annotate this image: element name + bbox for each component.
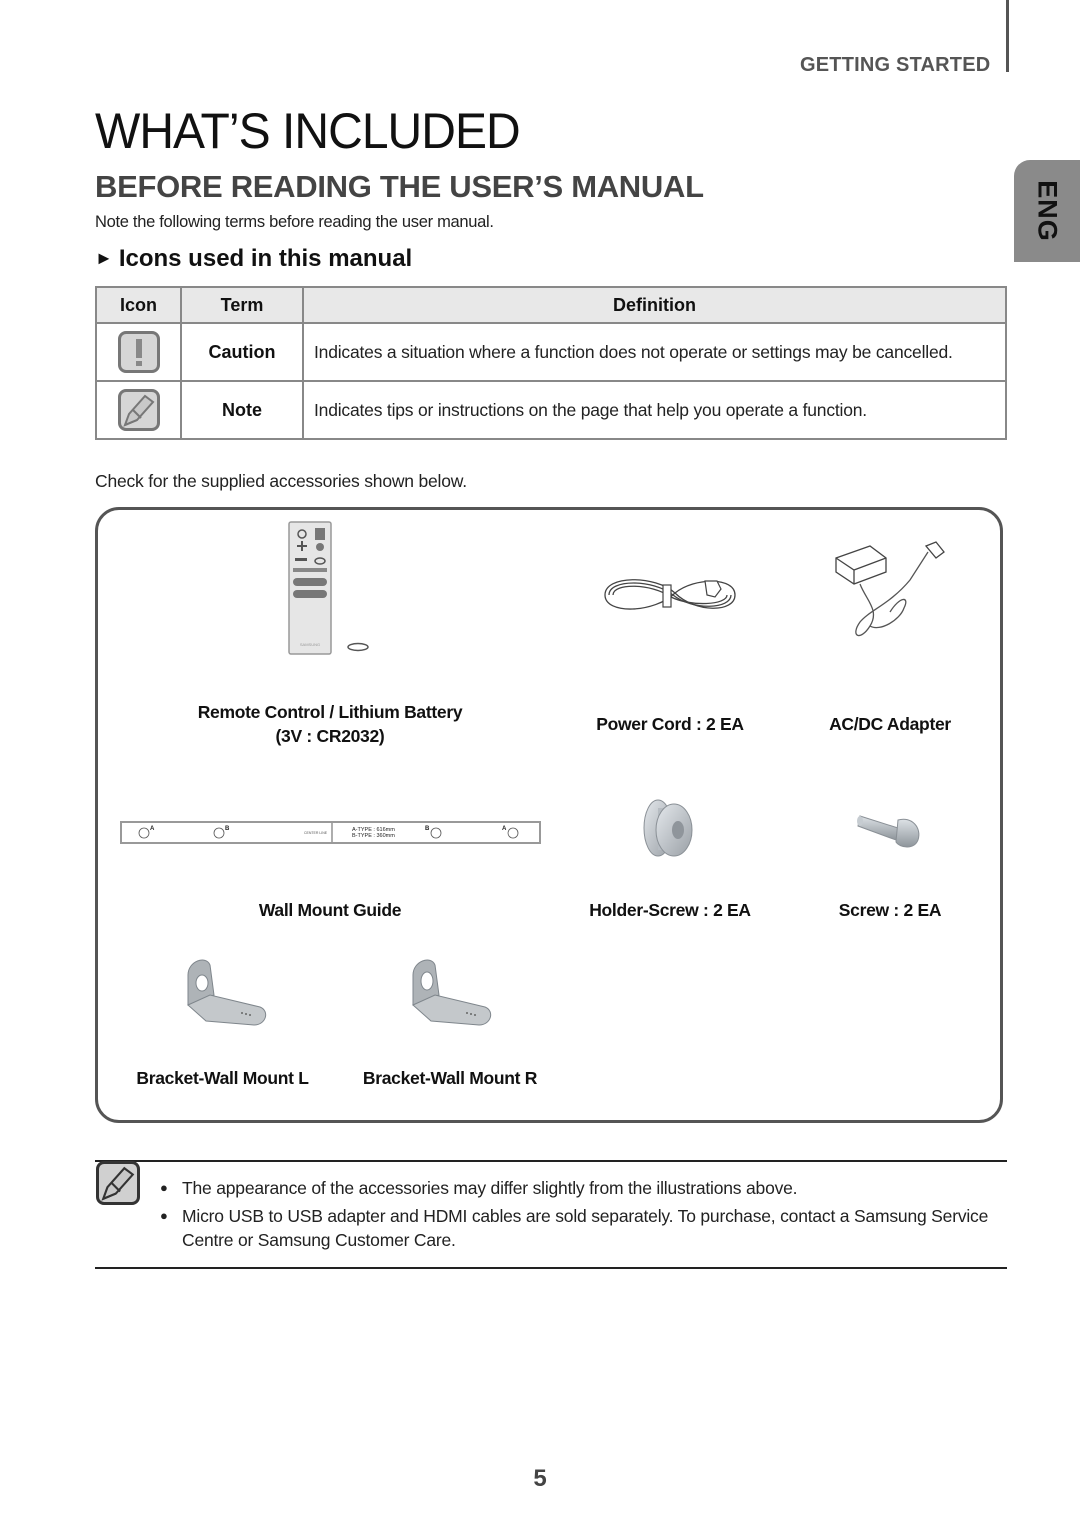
note-list: The appearance of the accessories may di… [160,1176,1010,1256]
definition-caution: Indicates a situation where a function d… [302,322,1007,382]
power-cord-icon [604,579,736,610]
caution-icon [117,331,160,373]
section-divider [1006,0,1009,72]
note-divider-top [95,1160,1007,1162]
holder-screw-icon [643,799,693,857]
language-tab-label: ENG [1032,180,1063,242]
bracket-left-icon [187,959,267,1026]
intro-text: Note the following terms before reading … [95,213,494,231]
screw-label: Screw : 2 EA [838,900,942,920]
note-icon [117,389,160,431]
header-term: Term [180,286,304,324]
sub-heading: ► Icons used in this manual [95,245,412,273]
power-cord-label: Power Cord : 2 EA [596,714,744,734]
holder-screw-label: Holder-Screw : 2 EA [589,900,751,920]
table-header-row: Icon Term Definition [95,286,1007,324]
icon-cell [95,322,182,382]
bracket-right-icon [412,959,492,1026]
language-tab[interactable]: ENG [1014,160,1080,262]
header-definition: Definition [302,286,1007,324]
mark-a-right: A [502,826,507,832]
section-title: BEFORE READING THE USER’S MANUAL [95,169,704,204]
remote-control-icon: SAMSUNG [288,521,369,655]
table-row: Caution Indicates a situation where a fu… [95,322,1007,382]
ac-dc-adapter-icon [835,541,945,637]
note-item: The appearance of the accessories may di… [160,1176,1010,1200]
bracket-right-label: Bracket-Wall Mount R [362,1068,538,1088]
b-type-label: B-TYPE : 360mm [352,833,395,839]
screw-icon [857,815,920,848]
mark-b-right: B [425,826,430,832]
wall-mount-guide-icon: A B CENTER LINE A-TYPE : 616mm B-TYPE : … [120,821,541,844]
triangle-bullet-icon: ► [95,248,113,268]
note-icon [96,1161,140,1205]
note-divider-bottom [95,1267,1007,1269]
definition-note: Indicates tips or instructions on the pa… [302,380,1007,440]
ac-dc-adapter-label: AC/DC Adapter [829,714,951,734]
page-title: WHAT’S INCLUDED [95,103,521,159]
mark-a-left: A [150,826,155,832]
remote-control-label: Remote Control / Lithium Battery (3V : C… [170,700,490,748]
note-item: Micro USB to USB adapter and HDMI cables… [160,1204,1010,1252]
wall-mount-guide-label: Wall Mount Guide [258,900,402,920]
center-line-label: CENTER LINE [304,831,328,835]
sub-heading-text: Icons used in this manual [118,245,413,272]
icon-cell [95,380,182,440]
bracket-left-label: Bracket-Wall Mount L [136,1068,309,1088]
remote-brand-text: SAMSUNG [300,642,320,647]
term-note: Note [180,380,304,440]
mark-b-left: B [225,826,230,832]
term-caution: Caution [180,322,304,382]
page-number: 5 [533,1465,547,1492]
lithium-battery-icon [347,642,369,652]
icons-table: Icon Term Definition Caution Indicates a… [95,286,1007,440]
remote-control-label-line2: (3V : CR2032) [275,726,385,746]
header-icon: Icon [95,286,182,324]
table-row: Note Indicates tips or instructions on t… [95,380,1007,440]
accessories-intro: Check for the supplied accessories shown… [95,471,467,491]
remote-control-label-line1: Remote Control / Lithium Battery [197,702,463,722]
section-label: GETTING STARTED [800,54,991,76]
